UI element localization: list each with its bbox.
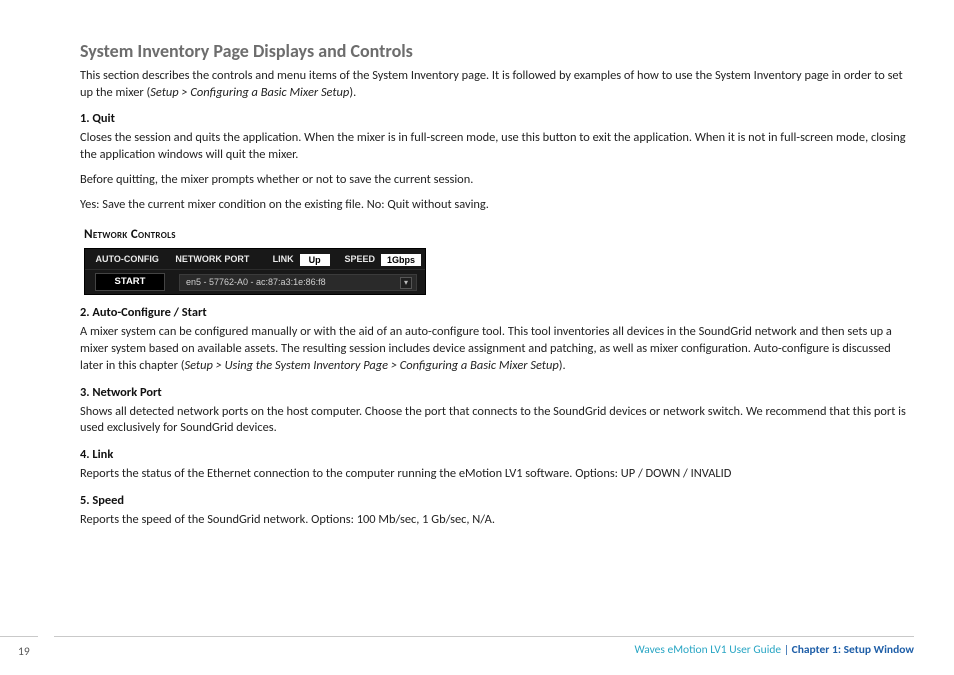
section-1-p2: Before quitting, the mixer prompts wheth… [80,172,914,189]
link-value-badge: Up [300,254,330,266]
section-2-p1: A mixer system can be configured manuall… [80,324,914,374]
section-4-head: 4. Link [80,447,914,462]
network-port-dropdown[interactable]: en5 - 57762-A0 - ac:87:a3:1e:86:f8 ▾ [179,274,417,291]
page-footer: 19 Waves eMotion LV1 User Guide | Chapte… [0,636,954,657]
chevron-down-icon: ▾ [400,277,412,289]
section-2-head: 2. Auto-Configure / Start [80,305,914,320]
network-header-row: AUTO-CONFIG NETWORK PORT LINK Up SPEED 1… [85,249,425,269]
auto-config-label: AUTO-CONFIG [85,254,169,264]
section-4-p1: Reports the status of the Ethernet conne… [80,466,914,483]
page-title: System Inventory Page Displays and Contr… [80,40,914,62]
section-3-head: 3. Network Port [80,385,914,400]
network-controls-head: Network Controls [84,227,914,242]
section-3-p1: Shows all detected network ports on the … [80,404,914,437]
intro-close: ). [349,85,356,100]
intro-italic: Setup > Configuring a Basic Mixer Setup [150,85,349,100]
section-1-p1: Closes the session and quits the applica… [80,130,914,163]
footer-rule [54,636,914,637]
network-port-label: NETWORK PORT [169,254,255,264]
speed-label: SPEED [334,254,377,264]
network-value-row: START en5 - 57762-A0 - ac:87:a3:1e:86:f8… [85,269,425,294]
document-page: System Inventory Page Displays and Contr… [0,0,954,675]
link-label: LINK [255,254,295,264]
speed-value-badge: 1Gbps [381,254,421,266]
section-5-head: 5. Speed [80,493,914,508]
network-port-value: en5 - 57762-A0 - ac:87:a3:1e:86:f8 [186,277,326,287]
intro-paragraph: This section describes the controls and … [80,68,914,101]
footer-text: Waves eMotion LV1 User Guide | Chapter 1… [0,643,914,657]
page-number: 19 [18,645,30,659]
start-button[interactable]: START [95,273,165,291]
section-5-p1: Reports the speed of the SoundGrid netwo… [80,512,914,529]
speed-value-wrap: 1Gbps [377,250,425,268]
footer-sep: | [781,643,792,657]
section-2-close: ). [559,358,566,373]
section-1-p3: Yes: Save the current mixer condition on… [80,197,914,214]
network-controls-panel: AUTO-CONFIG NETWORK PORT LINK Up SPEED 1… [84,248,426,295]
footer-chapter: Chapter 1: Setup Window [792,643,914,657]
section-1-head: 1. Quit [80,111,914,126]
footer-brand: Waves eMotion LV1 User Guide [634,643,781,657]
link-value-wrap: Up [296,250,334,268]
footer-left-rule [0,636,38,637]
section-2-italic: Setup > Using the System Inventory Page … [184,358,558,373]
